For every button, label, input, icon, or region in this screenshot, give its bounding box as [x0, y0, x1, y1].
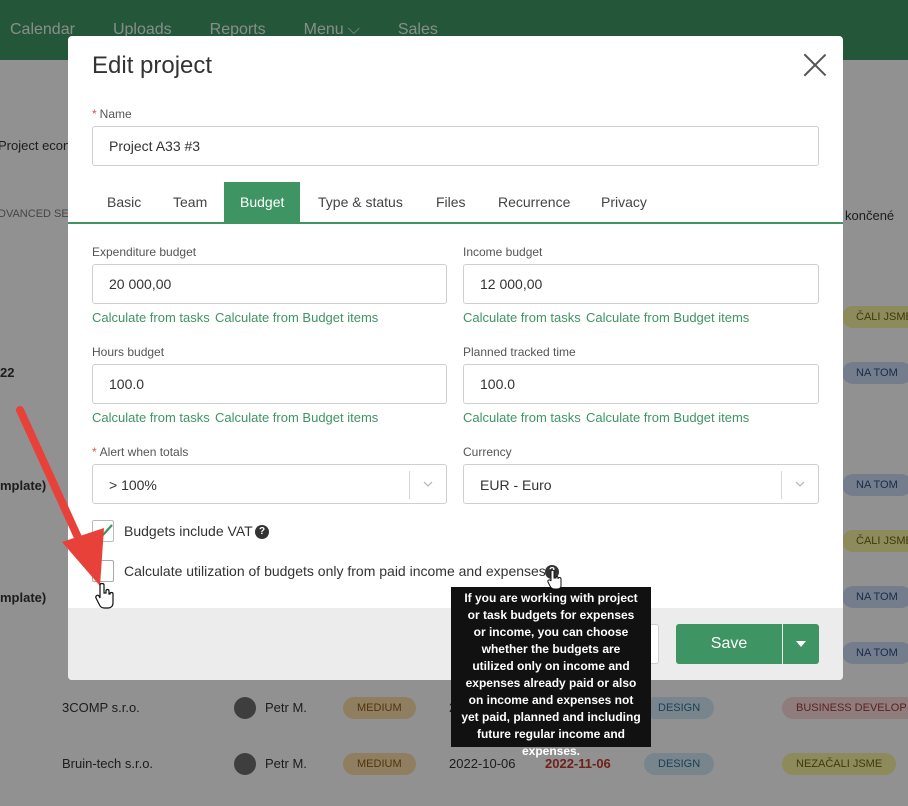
hours-calc-items-link[interactable]: Calculate from Budget items	[215, 410, 378, 425]
vat-checkbox-label: Budgets include VAT	[124, 523, 253, 539]
dialog-title: Edit project	[92, 52, 213, 79]
planned-time-label: Planned tracked time	[463, 345, 576, 359]
planned-time-input[interactable]	[463, 364, 819, 404]
save-dropdown-button[interactable]	[783, 624, 819, 664]
alert-select-value: > 100%	[109, 477, 157, 493]
tab-team[interactable]: Team	[157, 182, 223, 222]
select-divider	[781, 471, 782, 499]
tab-bar: Basic Team Budget Type & status Files Re…	[68, 182, 843, 224]
income-budget-label: Income budget	[463, 245, 543, 259]
name-input[interactable]	[92, 126, 819, 166]
alert-label-text: Alert when totals	[99, 445, 189, 459]
required-marker: *	[92, 445, 97, 459]
planned-calc-tasks-link[interactable]: Calculate from tasks	[463, 410, 581, 425]
tab-privacy[interactable]: Privacy	[585, 182, 663, 222]
edit-project-dialog: Edit project *Name Basic Team Budget Typ…	[68, 36, 843, 680]
income-calc-items-link[interactable]: Calculate from Budget items	[586, 310, 749, 325]
tab-type-status[interactable]: Type & status	[302, 182, 419, 222]
alert-select[interactable]: > 100%	[92, 464, 447, 504]
checkmark-icon	[96, 524, 113, 538]
save-button[interactable]: Save	[676, 624, 782, 664]
expenditure-budget-input[interactable]	[92, 264, 447, 304]
name-label: * Name	[92, 107, 132, 121]
help-icon[interactable]: ?	[545, 565, 559, 579]
currency-select-value: EUR - Euro	[480, 477, 552, 493]
expenditure-calc-items-link[interactable]: Calculate from Budget items	[215, 310, 378, 325]
tab-recurrence[interactable]: Recurrence	[482, 182, 586, 222]
hours-budget-label: Hours budget	[92, 345, 165, 359]
vat-checkbox[interactable]	[92, 520, 114, 542]
currency-select[interactable]: EUR - Euro	[463, 464, 819, 504]
paid-only-checkbox-label: Calculate utilization of budgets only fr…	[124, 563, 546, 579]
chevron-down-icon	[795, 481, 805, 487]
name-label-text: Name	[99, 107, 132, 121]
planned-calc-items-link[interactable]: Calculate from Budget items	[586, 410, 749, 425]
select-divider	[409, 471, 410, 499]
currency-label: Currency	[463, 445, 512, 459]
income-budget-input[interactable]	[463, 264, 819, 304]
tab-basic[interactable]: Basic	[91, 182, 157, 222]
expenditure-budget-label: Expenditure budget	[92, 245, 197, 259]
hours-budget-input[interactable]	[92, 364, 447, 404]
hours-calc-tasks-link[interactable]: Calculate from tasks	[92, 410, 210, 425]
income-calc-tasks-link[interactable]: Calculate from tasks	[463, 310, 581, 325]
close-icon[interactable]	[802, 52, 828, 78]
chevron-down-icon	[423, 481, 433, 487]
help-icon[interactable]: ?	[255, 525, 269, 539]
paid-only-checkbox[interactable]	[92, 560, 114, 582]
tab-files[interactable]: Files	[420, 182, 482, 222]
expenditure-calc-tasks-link[interactable]: Calculate from tasks	[92, 310, 210, 325]
tab-budget[interactable]: Budget	[224, 182, 301, 222]
alert-label: * Alert when totals	[92, 445, 188, 459]
required-marker: *	[92, 107, 97, 121]
help-tooltip: If you are working with project or task …	[451, 587, 651, 758]
